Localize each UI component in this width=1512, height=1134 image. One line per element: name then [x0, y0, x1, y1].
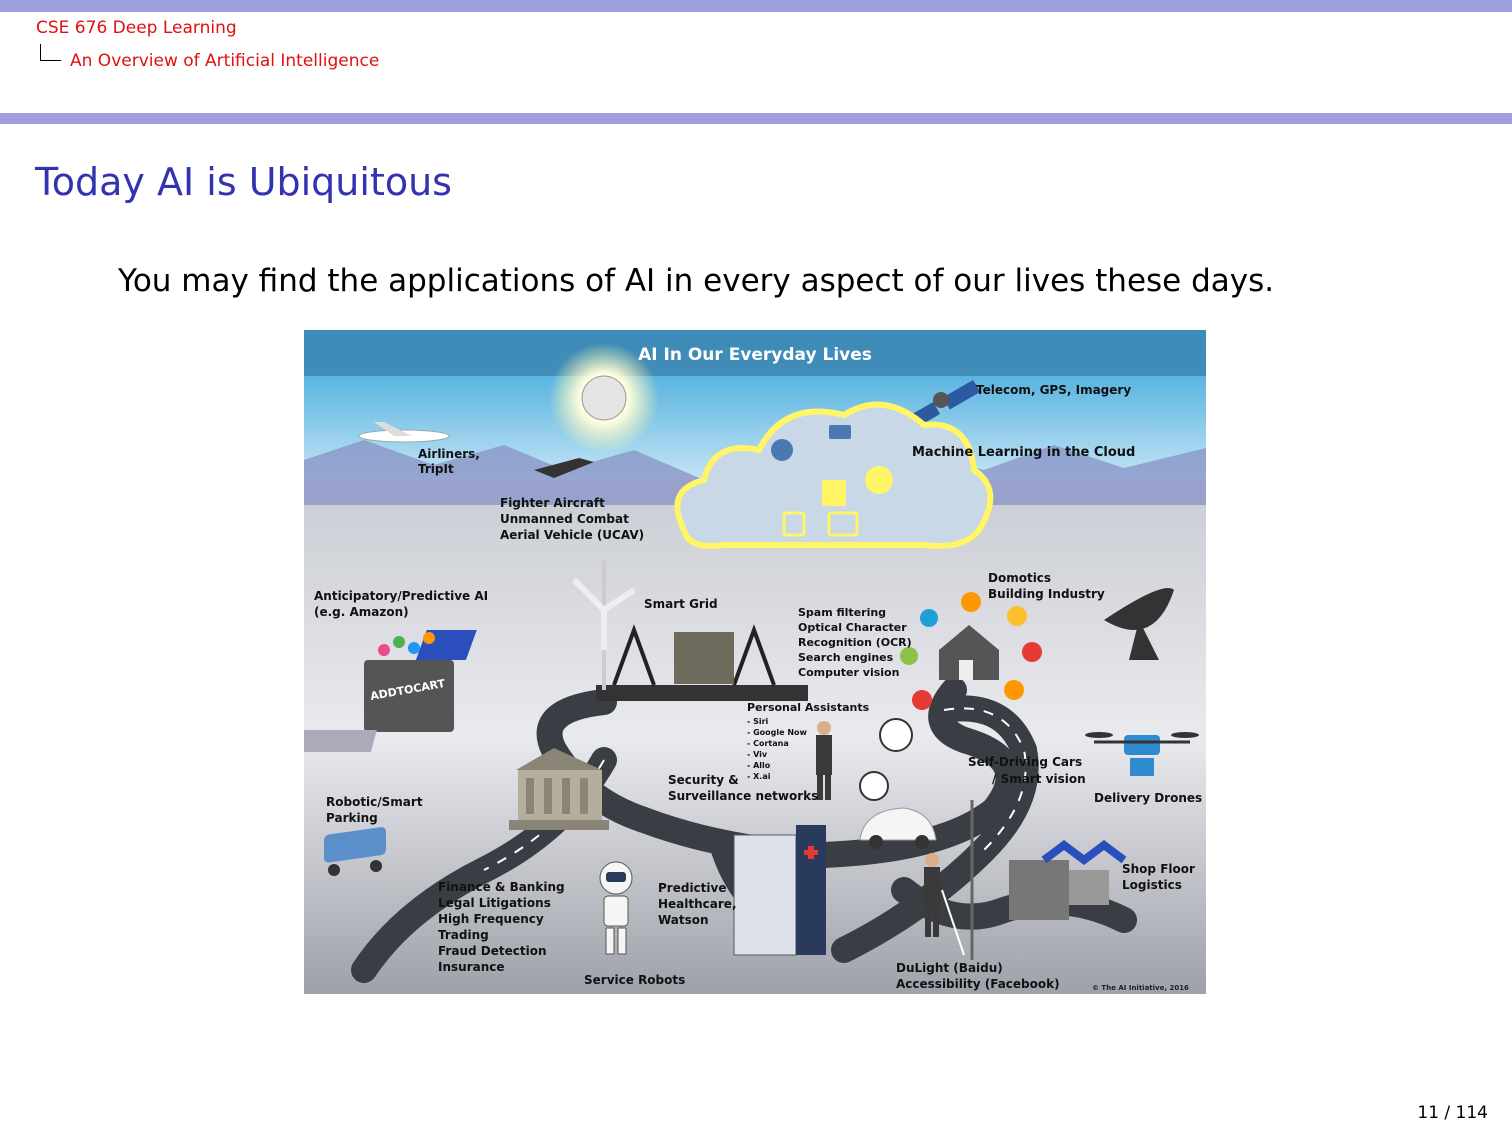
label-fighter: Fighter Aircraft: [500, 496, 605, 510]
label-airliners: Airliners,: [418, 447, 480, 461]
copyright-note: © The AI Initiative, 2016: [1092, 984, 1189, 992]
label-domotics-2: Building Industry: [988, 587, 1105, 601]
course-title[interactable]: CSE 676 Deep Learning: [36, 18, 237, 38]
label-shop-floor: Shop Floor: [1122, 862, 1195, 876]
label-assistant-6: - X.ai: [747, 772, 771, 781]
label-spam-3: Recognition (OCR): [798, 636, 912, 649]
label-dulight: DuLight (Baidu): [896, 961, 1003, 975]
label-airliners-2: TripIt: [418, 462, 454, 476]
label-finance-1: Finance & Banking: [438, 880, 565, 894]
label-healthcare-2: Healthcare,: [658, 897, 737, 911]
label-spam-5: Computer vision: [798, 666, 899, 679]
label-robotic-parking-2: Parking: [326, 811, 378, 825]
label-anticipatory-2: (e.g. Amazon): [314, 605, 409, 619]
header-divider-bar: [0, 113, 1512, 124]
brain-icon: [581, 375, 627, 421]
label-dulight-2: Accessibility (Facebook): [896, 977, 1060, 991]
label-security-2: Surveillance networks: [668, 789, 818, 803]
phone-bubble-icon: [859, 771, 889, 801]
label-finance-3: High Frequency: [438, 912, 544, 926]
slide-title: Today AI is Ubiquitous: [35, 160, 452, 204]
label-self-driving: Self-Driving Cars: [968, 755, 1082, 769]
page-number: 11 / 114: [1417, 1103, 1488, 1123]
label-delivery-drones: Delivery Drones: [1094, 791, 1202, 805]
label-fighter-3: Aerial Vehicle (UCAV): [500, 528, 644, 542]
label-spam-1: Spam filtering: [798, 606, 886, 619]
label-healthcare: Predictive: [658, 881, 726, 895]
banner-title: AI In Our Everyday Lives: [638, 345, 872, 365]
label-healthcare-3: Watson: [658, 913, 709, 927]
label-finance-4: Trading: [438, 928, 489, 942]
label-robotic-parking: Robotic/Smart: [326, 795, 423, 809]
label-finance-2: Legal Litigations: [438, 896, 551, 910]
label-assistant-3: - Cortana: [747, 739, 789, 748]
slide-body-text: You may find the applications of AI in e…: [118, 263, 1275, 299]
label-security: Security &: [668, 773, 739, 787]
label-assistant-5: - Allo: [747, 761, 771, 770]
label-assistant-1: - Siri: [747, 717, 769, 726]
label-spam-4: Search engines: [798, 651, 894, 664]
label-finance-5: Fraud Detection: [438, 944, 546, 958]
label-anticipatory: Anticipatory/Predictive AI: [314, 589, 488, 603]
hospital-building-icon: [733, 825, 826, 956]
label-assistants: Personal Assistants: [747, 701, 870, 714]
label-spam-2: Optical Character: [798, 621, 907, 634]
section-title[interactable]: An Overview of Artificial Intelligence: [70, 51, 379, 71]
label-fighter-2: Unmanned Combat: [500, 512, 629, 526]
label-ml-cloud: Machine Learning in the Cloud: [912, 445, 1135, 460]
label-service-robots: Service Robots: [584, 973, 685, 987]
tablet-bubble-icon: [879, 718, 913, 752]
label-self-driving-2: / Smart vision: [992, 772, 1086, 786]
label-finance-6: Insurance: [438, 960, 505, 974]
ai-everyday-lives-illustration: AI In Our Everyday Lives Telecom, GPS, I…: [304, 330, 1206, 994]
label-assistant-4: - Viv: [747, 750, 768, 759]
label-domotics: Domotics: [988, 571, 1051, 585]
label-assistant-2: - Google Now: [747, 728, 808, 737]
label-telecom: Telecom, GPS, Imagery: [976, 383, 1131, 397]
section-tree-connector: [40, 44, 61, 61]
label-shop-floor-2: Logistics: [1122, 878, 1182, 892]
top-decoration-bar: [0, 0, 1512, 12]
label-smart-grid: Smart Grid: [644, 597, 718, 611]
